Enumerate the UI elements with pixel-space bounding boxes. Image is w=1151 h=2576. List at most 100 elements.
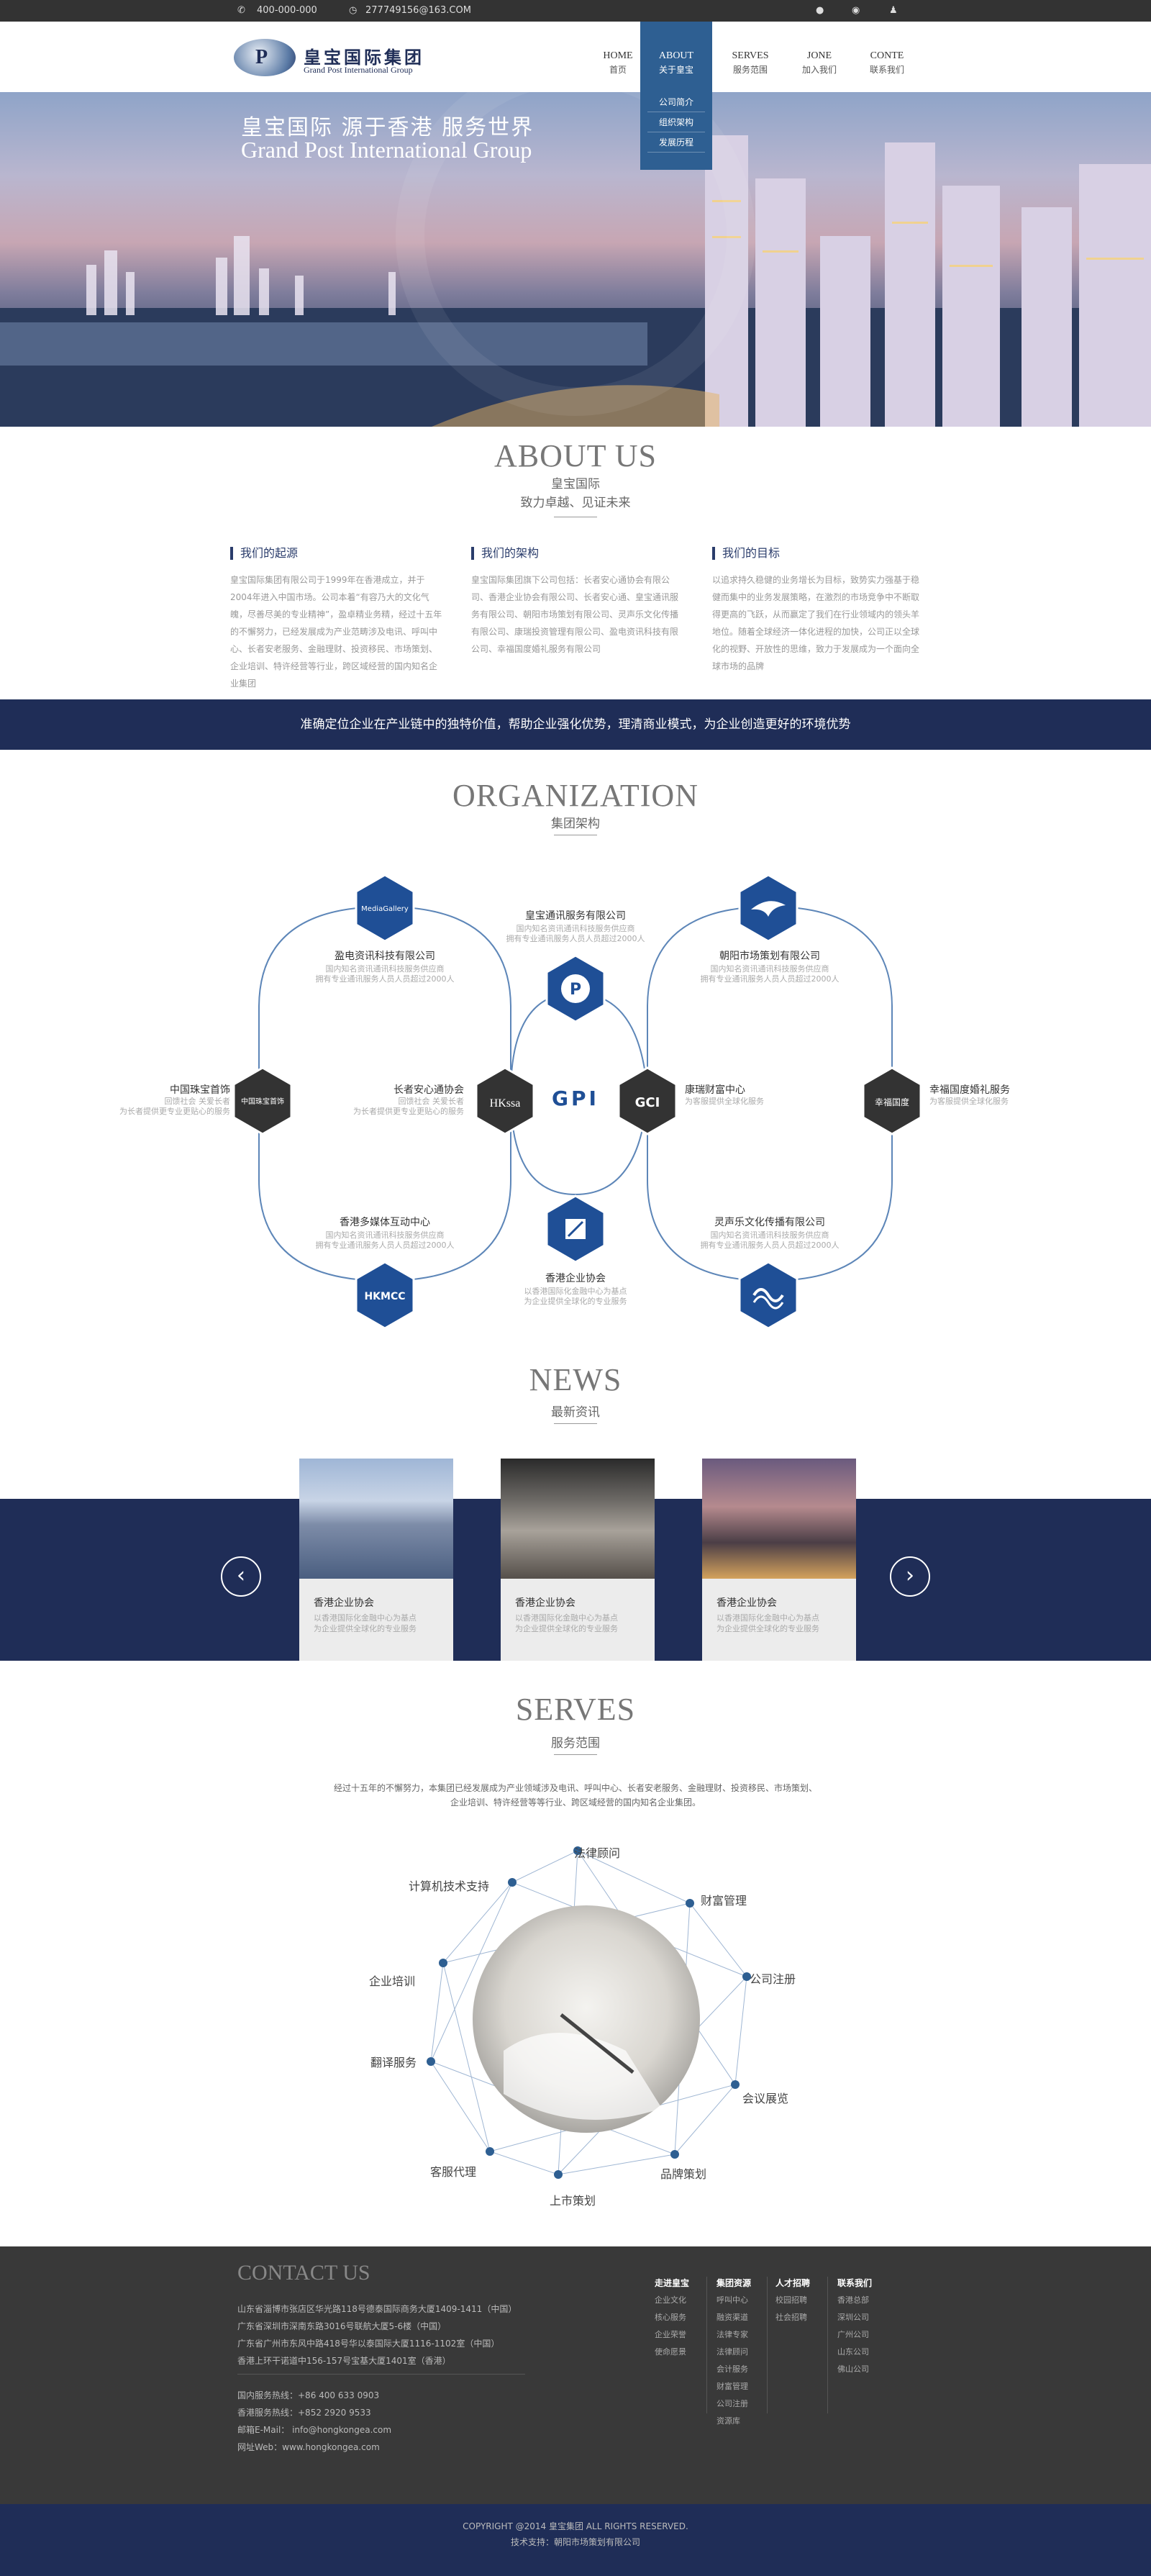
news-card-title[interactable]: 香港企业协会 xyxy=(515,1595,576,1610)
qq-icon[interactable]: ♟ xyxy=(889,5,898,16)
news-prev-button[interactable]: ‹ xyxy=(221,1556,261,1597)
mail-icon: ◷ xyxy=(349,5,358,16)
nav-conte[interactable]: CONTE 联系我们 xyxy=(862,22,912,92)
org-node-desc: 以香港国际化金融中心为基点 为企业提供全球化的专业服务 xyxy=(524,1287,627,1306)
org-node-name: 灵声乐文化传播有限公司 xyxy=(714,1217,825,1228)
contact-address: 山东省淄博市张店区华光路118号德泰国际商务大厦1409-1411（中国） xyxy=(237,2304,517,2314)
org-node-name: 朝阳市场策划有限公司 xyxy=(719,951,820,962)
footer-contact: CONTACT US 山东省淄博市张店区华光路118号德泰国际商务大厦1409-… xyxy=(0,2246,1151,2504)
hex-happy-kingdom-icon[interactable]: 幸福国度 xyxy=(862,1066,922,1135)
about-subtitle: 致力卓越、见证未来 xyxy=(520,496,631,510)
logo-emblem[interactable]: P xyxy=(234,39,296,76)
news-image[interactable] xyxy=(501,1459,655,1579)
logo-text-en: Grand Post International Group xyxy=(304,65,413,75)
news-card[interactable]: 香港企业协会 以香港国际化金融中心为基点 为企业提供全球化的专业服务 xyxy=(501,1459,655,1661)
hex-eagle-icon[interactable] xyxy=(738,874,799,943)
service-item[interactable]: 企业培训 xyxy=(369,1972,415,1989)
news-title-cn: 最新资讯 xyxy=(551,1405,600,1420)
org-node-name: 长者安心通协会 xyxy=(393,1084,464,1096)
footer-link[interactable]: 会计服务 xyxy=(716,2363,748,2375)
news-card[interactable]: 香港企业协会 以香港国际化金融中心为基点 为企业提供全球化的专业服务 xyxy=(702,1459,856,1661)
footer-link[interactable]: 社会招聘 xyxy=(775,2311,807,2323)
serves-intro: 企业培训、特许经营等等行业、跨区域经营的国内知名企业集团。 xyxy=(450,1797,701,1808)
hex-hkmcc-icon[interactable]: HKMCC xyxy=(355,1261,415,1330)
submenu-item-history[interactable]: 发展历程 xyxy=(647,132,705,153)
org-node-desc: 回馈社会 关爱长者 为长者提供更专业更贴心的服务 xyxy=(119,1097,230,1116)
footer-link[interactable]: 企业荣誉 xyxy=(655,2328,686,2340)
about-col-title: 我们的目标 xyxy=(712,547,780,560)
org-node-desc: 国内知名资讯通讯科技服务供应商 拥有专业通讯服务人员人员超过2000人 xyxy=(506,924,645,943)
footer-link[interactable]: 使命愿景 xyxy=(655,2346,686,2357)
weibo-icon[interactable]: ◉ xyxy=(852,5,860,16)
org-node-name: 皇宝通讯服务有限公司 xyxy=(525,910,626,922)
tech-support-text: 技术支持：朝阳市场策划有限公司 xyxy=(510,2537,640,2547)
footer-link[interactable]: 核心服务 xyxy=(655,2311,686,2323)
phone-number: 400-000-000 xyxy=(257,5,317,16)
submenu-item-structure[interactable]: 组织架构 xyxy=(647,112,705,132)
footer-link[interactable]: 公司注册 xyxy=(716,2398,748,2409)
service-item[interactable]: 会议展览 xyxy=(742,2089,788,2106)
footer-link[interactable]: 深圳公司 xyxy=(837,2311,869,2323)
contact-hotline-cn: 国内服务热线：+86 400 633 0903 xyxy=(237,2390,380,2400)
footer-link[interactable]: 融资渠道 xyxy=(716,2311,748,2323)
nav-serves[interactable]: SERVES 服务范围 xyxy=(725,22,775,92)
service-item[interactable]: 翻译服务 xyxy=(370,2053,417,2070)
header: P 皇宝国际集团 Grand Post International Group … xyxy=(0,22,1151,92)
serves-title-en: SERVES xyxy=(515,1692,636,1727)
org-node-desc: 为客服提供全球化服务 xyxy=(929,1097,1009,1106)
svg-text:HKssa: HKssa xyxy=(490,1097,521,1110)
svg-text:中国珠宝首饰: 中国珠宝首饰 xyxy=(241,1097,284,1106)
service-item[interactable]: 上市策划 xyxy=(550,2191,596,2208)
footer-link[interactable]: 财富管理 xyxy=(716,2380,748,2392)
hex-gci-icon[interactable]: GCI xyxy=(617,1066,678,1135)
service-item[interactable]: 计算机技术支持 xyxy=(409,1877,489,1894)
svg-text:幸福国度: 幸福国度 xyxy=(875,1097,909,1107)
footer-link[interactable]: 资源库 xyxy=(716,2415,740,2426)
news-image[interactable] xyxy=(299,1459,453,1579)
wechat-icon[interactable]: ● xyxy=(816,5,824,16)
org-node-desc: 回馈社会 关爱长者 为长者提供更专业更贴心的服务 xyxy=(353,1097,464,1116)
gpi-center-label: GPI xyxy=(552,1087,599,1110)
footer-link[interactable]: 呼叫中心 xyxy=(716,2294,748,2305)
hex-hkssa-icon[interactable]: HKssa xyxy=(475,1066,535,1135)
serves-intro: 经过十五年的不懈努力，本集团已经发展成为产业领域涉及电讯、呼叫中心、长者安老服务… xyxy=(333,1783,817,1793)
hex-jewelry-icon[interactable]: 中国珠宝首饰 xyxy=(232,1066,293,1135)
news-card-title[interactable]: 香港企业协会 xyxy=(716,1595,777,1610)
nav-jone[interactable]: JONE 加入我们 xyxy=(794,22,845,92)
footer-link[interactable]: 山东公司 xyxy=(837,2346,869,2357)
news-card-desc: 以香港国际化金融中心为基点 为企业提供全球化的专业服务 xyxy=(716,1613,819,1633)
submenu-item-intro[interactable]: 公司简介 xyxy=(647,92,705,112)
service-item[interactable]: 品牌策划 xyxy=(660,2164,706,2182)
footer-link[interactable]: 香港总部 xyxy=(837,2294,869,2305)
news-card-title[interactable]: 香港企业协会 xyxy=(314,1595,374,1610)
hex-grandpost-icon[interactable]: P xyxy=(545,954,606,1023)
hex-hk-enterprise-icon[interactable] xyxy=(545,1194,606,1264)
service-item[interactable]: 法律顾问 xyxy=(574,1843,620,1861)
news-next-button[interactable]: › xyxy=(890,1556,930,1597)
footer-link[interactable]: 法律顾问 xyxy=(716,2346,748,2357)
footer-col-title: 联系我们 xyxy=(837,2278,873,2288)
contact-email[interactable]: 邮箱E-Mail： info@hongkongea.com xyxy=(237,2423,391,2436)
news-image[interactable] xyxy=(702,1459,856,1579)
news-card[interactable]: 香港企业协会 以香港国际化金融中心为基点 为企业提供全球化的专业服务 xyxy=(299,1459,453,1661)
footer-link[interactable]: 校园招聘 xyxy=(775,2294,807,2305)
footer-col-divider xyxy=(706,2277,707,2413)
footer-link[interactable]: 企业文化 xyxy=(655,2294,686,2305)
about-col-text: 皇宝国际集团旗下公司包括：长者安心通协会有限公司、香港企业协会有限公司、长者安心… xyxy=(471,575,679,654)
hex-media-gallery-icon[interactable]: MediaGallery xyxy=(355,874,415,943)
footer-link[interactable]: 法律专家 xyxy=(716,2328,748,2340)
nav-home[interactable]: HOME 首页 xyxy=(593,22,643,92)
hex-wave-icon[interactable] xyxy=(738,1261,799,1330)
service-item[interactable]: 客服代理 xyxy=(430,2162,476,2180)
footer-link[interactable]: 佛山公司 xyxy=(837,2363,869,2375)
banner-cityscape xyxy=(0,92,1151,427)
footer-col-title: 集团资源 xyxy=(716,2278,752,2288)
about-col-text: 以追求持久稳健的业务增长为目标，致势实力强基于稳健而集中的业务发展策略，在激烈的… xyxy=(712,575,920,671)
org-node-name: 盈电资讯科技有限公司 xyxy=(335,951,435,962)
contact-website[interactable]: 网址Web：www.hongkongea.com xyxy=(237,2441,380,2453)
service-item[interactable]: 财富管理 xyxy=(701,1891,747,1908)
service-item[interactable]: 公司注册 xyxy=(750,1969,796,1987)
banner-title-en: Grand Post International Group xyxy=(241,137,532,163)
nav-about[interactable]: ABOUT 关于皇宝 xyxy=(640,22,712,92)
footer-link[interactable]: 广州公司 xyxy=(837,2328,869,2340)
